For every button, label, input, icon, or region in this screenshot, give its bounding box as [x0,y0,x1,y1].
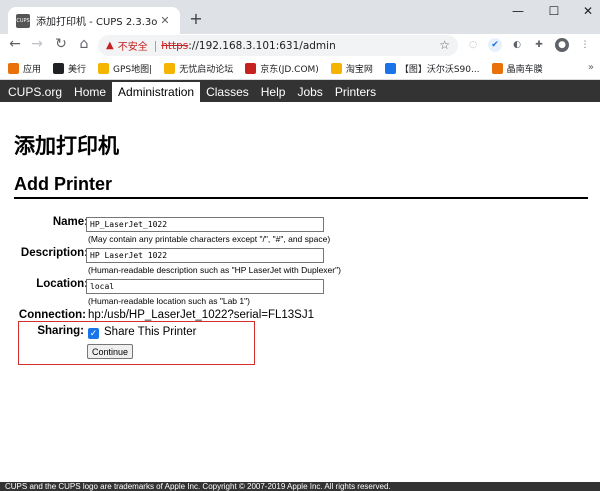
bookmark-label: 京东(JD.COM) [260,65,319,75]
page-title: Add Printer [14,174,113,194]
bookmark-label: 无忧启动论坛 [179,65,234,75]
browser-toolbar: ← → ↻ ⌂ ▲ 不安全 | https ://192.168.3.101:6… [0,34,600,58]
nav-help[interactable]: Help [255,82,292,102]
bookmark-star-icon[interactable]: ☆ [439,38,450,52]
bookmark-item[interactable]: 美行 [53,62,86,75]
share-printer-label[interactable]: Share This Printer [104,326,196,338]
extension-bird-icon[interactable]: ✔ [488,38,502,52]
bookmark-favicon-icon [53,63,65,74]
bookmark-label: 淘宝网 [345,65,373,75]
description-label: Description: [20,247,88,259]
jd-favicon-icon [245,63,257,74]
bookmark-item[interactable]: 晶南车膜 [491,62,543,75]
page-footer: CUPS and the CUPS logo are trademarks of… [0,482,600,491]
folder-icon [98,63,110,74]
new-tab-icon[interactable]: + [186,9,206,28]
share-printer-checkbox[interactable]: ✓ [88,328,99,339]
connection-label: Connection: [18,309,86,321]
heading-divider [14,197,588,199]
forward-icon[interactable]: → [28,36,46,52]
continue-button[interactable]: Continue [87,344,134,359]
location-hint: (Human-readable location such as "Lab 1"… [88,296,250,306]
folder-icon [491,63,503,74]
folder-icon [330,63,342,74]
bookmark-label: 应用 [23,65,42,75]
name-hint: (May contain any printable characters ex… [88,234,331,244]
location-label: Location: [36,278,88,290]
nav-classes[interactable]: Classes [200,82,255,102]
bookmark-item[interactable]: 应用 [8,62,41,75]
bookmark-favicon-icon [384,63,396,74]
home-icon[interactable]: ⌂ [75,36,93,52]
maximize-icon[interactable]: ☐ [544,4,564,18]
url-scheme: https [161,39,189,52]
browser-tabstrip: CUPS 添加打印机 - CUPS 2.3.3op1 ✕ + — ☐ ✕ [0,0,600,34]
bookmarks-overflow-icon[interactable]: » [588,62,594,73]
nav-administration[interactable]: Administration [112,82,201,102]
sharing-label: Sharing: [37,325,84,337]
bookmark-label: 【图】沃尔沃S90... [399,65,480,75]
location-field[interactable]: local [86,279,324,294]
nav-cups-org[interactable]: CUPS.org [2,82,68,102]
reload-icon[interactable]: ↻ [52,36,70,52]
connection-value: hp:/usb/HP_LaserJet_1022?serial=FL13SJ1 [88,309,314,321]
page-title-cn: 添加打印机 [14,135,119,158]
folder-icon [164,63,176,74]
apps-grid-icon [8,63,19,74]
cups-nav-bar: CUPS.org Home Administration Classes Hel… [0,80,600,102]
page-content: 添加打印机 Add Printer Name: HP_LaserJet_1022… [0,102,600,482]
extensions-puzzle-icon[interactable]: ✚ [532,38,546,52]
url-path: ://192.168.3.101:631/admin [188,39,336,52]
address-separator: | [153,39,158,52]
nav-home[interactable]: Home [68,82,112,102]
minimize-icon[interactable]: — [508,4,528,18]
address-bar[interactable]: ▲ 不安全 | https ://192.168.3.101:631/admin… [98,35,458,56]
bookmark-label: 晶南车膜 [506,65,543,75]
description-field[interactable]: HP LaserJet 1022 [86,248,324,263]
bookmark-item[interactable]: 【图】沃尔沃S90... [384,62,480,75]
bookmark-item[interactable]: 淘宝网 [330,62,373,75]
extension-globe-icon[interactable]: ◐ [510,38,524,52]
cast-icon[interactable]: ◌ [466,38,480,52]
name-field[interactable]: HP_LaserJet_1022 [86,217,324,232]
insecure-label: 不安全 [117,42,148,53]
bookmark-item[interactable]: 京东(JD.COM) [245,62,319,75]
profile-avatar-icon[interactable]: ● [555,38,569,52]
window-close-icon[interactable]: ✕ [578,4,598,18]
nav-printers[interactable]: Printers [329,82,382,102]
back-icon[interactable]: ← [6,36,24,52]
description-hint: (Human-readable description such as "HP … [88,265,341,275]
browser-tab[interactable]: CUPS 添加打印机 - CUPS 2.3.3op1 ✕ [8,7,180,34]
tab-title: 添加打印机 - CUPS 2.3.3op1 [36,17,158,28]
bookmarks-bar: 应用 美行 GPS地图| 无忧启动论坛 京东(JD.COM) 淘宝网 【图】沃尔… [0,58,600,80]
bookmark-item[interactable]: GPS地图| [98,62,152,75]
menu-kebab-icon[interactable]: ⋮ [578,38,592,52]
bookmark-item[interactable]: 无忧启动论坛 [164,62,233,75]
name-label: Name: [52,216,88,228]
bookmark-label: 美行 [68,65,87,75]
bookmark-label: GPS地图| [113,65,153,75]
nav-jobs[interactable]: Jobs [291,82,328,102]
warning-icon: ▲ [106,40,114,51]
cups-favicon-icon: CUPS [16,13,30,28]
close-tab-icon[interactable]: ✕ [158,14,172,27]
